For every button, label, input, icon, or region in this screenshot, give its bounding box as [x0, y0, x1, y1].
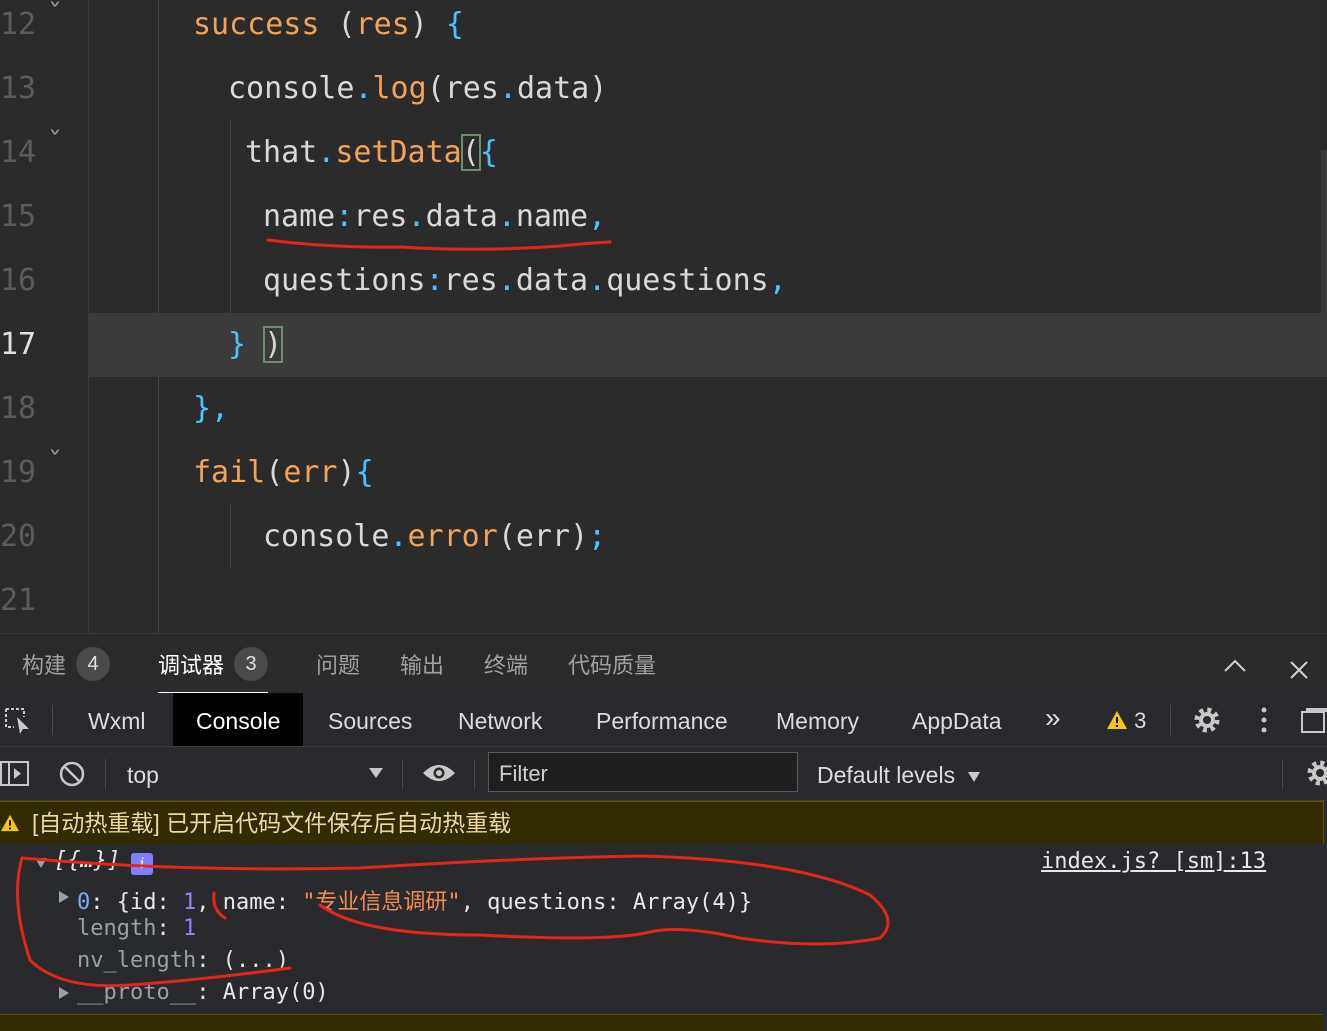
code-editor[interactable]: 12 ˅ success (res) { 13 console.log(res.data… — [0, 0, 1327, 633]
tab-sources[interactable]: Sources — [305, 693, 435, 746]
divider — [474, 759, 475, 789]
length-key: length — [77, 916, 157, 941]
filter-input[interactable]: Filter — [488, 752, 798, 792]
code-line[interactable]: } ) — [228, 313, 284, 377]
code-line[interactable]: fail(err){ — [193, 441, 374, 505]
fold-chevron-icon[interactable]: ˅ — [48, 0, 62, 43]
tab-build-label: 构建 — [22, 653, 67, 678]
item-name-value: "专业信息调研" — [302, 890, 461, 915]
dropdown-arrow-icon — [369, 768, 383, 778]
line-number: 17 — [0, 327, 37, 362]
fold-chevron-icon[interactable]: ˅ — [48, 427, 62, 491]
console-log-entry: [{…}] i index.js? [sm]:13 0: {id: 1, nam… — [0, 844, 1327, 1014]
divider — [52, 705, 53, 735]
code-line[interactable]: success (res) { — [193, 0, 464, 57]
console-warning-message: [自动热重载] 已开启代码文件保存后自动热重载 — [0, 801, 1324, 845]
tab-appdata[interactable]: AppData — [889, 693, 1025, 746]
warning-icon — [0, 814, 20, 832]
devtools-tabbar: Wxml Console Sources Network Performance… — [0, 693, 1327, 747]
line-number: 14 — [0, 135, 37, 170]
divider — [105, 759, 106, 789]
warning-icon — [1107, 711, 1127, 729]
divider — [1170, 705, 1171, 735]
live-expression-eye-icon[interactable] — [421, 761, 457, 790]
more-options-icon[interactable] — [1254, 705, 1274, 740]
more-tabs-button[interactable]: » — [1022, 693, 1084, 746]
nv-length-value: (...) — [222, 948, 289, 973]
code-line[interactable]: }, — [193, 377, 229, 441]
log-levels-label: Default levels — [817, 762, 956, 788]
inspect-element-icon[interactable] — [4, 705, 32, 740]
context-value: top — [127, 762, 159, 788]
tab-problems[interactable]: 问题 — [316, 634, 360, 694]
show-sidebar-icon[interactable] — [0, 759, 30, 794]
item-questions-value: Array(4) — [632, 890, 739, 915]
build-count-badge: 4 — [76, 647, 111, 682]
indent-guide — [230, 505, 231, 569]
tab-memory[interactable]: Memory — [753, 693, 882, 746]
line-number: 19 — [0, 455, 37, 490]
info-icon[interactable]: i — [131, 853, 153, 875]
warning-counter[interactable]: 3 — [1106, 706, 1146, 736]
line-number: 21 — [0, 583, 37, 618]
nv-length-key: nv_length — [77, 948, 197, 973]
divider — [1282, 759, 1283, 789]
settings-gear-icon[interactable] — [1191, 704, 1223, 741]
tab-debugger[interactable]: 调试器 3 — [158, 634, 269, 694]
tab-code-quality[interactable]: 代码质量 — [568, 634, 656, 694]
line-number: 12 — [0, 7, 37, 42]
length-value: 1 — [182, 916, 197, 941]
triangle-down-icon — [35, 858, 47, 868]
tab-output[interactable]: 输出 — [400, 634, 444, 694]
console-settings-gear-icon[interactable] — [1304, 757, 1327, 794]
fold-chevron-icon[interactable]: ˅ — [48, 107, 62, 171]
divider — [402, 759, 403, 789]
array-item-0[interactable]: 0: {id: 1, name: "专业信息调研", questions: Ar… — [77, 884, 752, 916]
bottom-panel-tabs: 构建 4 调试器 3 问题 输出 终端 代码质量 — [0, 633, 1327, 694]
proto-key: __proto__ — [77, 980, 197, 1005]
tab-console[interactable]: Console — [173, 693, 304, 746]
item-key: 0 — [77, 890, 91, 915]
length-property: length: 1 — [77, 916, 197, 941]
clear-console-icon[interactable] — [58, 760, 86, 793]
code-line[interactable]: name:res.data.name, — [263, 185, 606, 249]
proto-value: Array(0) — [222, 980, 329, 1005]
tab-performance[interactable]: Performance — [573, 693, 751, 746]
code-line[interactable]: that.setData({ — [245, 121, 498, 185]
code-line[interactable]: questions:res.data.questions, — [263, 249, 787, 313]
console-warning-message-partial — [0, 1014, 1323, 1031]
line-number: 18 — [0, 391, 37, 426]
line-number: 13 — [0, 71, 37, 106]
tab-terminal[interactable]: 终端 — [484, 634, 528, 694]
tab-debugger-label: 调试器 — [158, 653, 225, 678]
context-selector[interactable]: top — [115, 747, 390, 800]
proto-property[interactable]: __proto__: Array(0) — [77, 980, 329, 1005]
collapse-panel-icon[interactable] — [1222, 634, 1248, 694]
code-line[interactable]: console.error(err); — [263, 505, 606, 569]
dropdown-arrow-icon — [968, 772, 981, 782]
code-line[interactable]: console.log(res.data) — [228, 57, 607, 121]
warning-count: 3 — [1134, 708, 1147, 733]
tab-network[interactable]: Network — [435, 693, 565, 746]
line-number: 15 — [0, 199, 37, 234]
editor-scrollbar[interactable] — [1321, 150, 1327, 330]
log-expand-toggle[interactable] — [34, 856, 48, 874]
item-id-value: 1 — [182, 890, 197, 915]
line-number: 20 — [0, 519, 37, 554]
tab-wxml[interactable]: Wxml — [65, 693, 168, 746]
triangle-right-icon[interactable] — [58, 890, 70, 904]
debugger-count-badge: 3 — [234, 647, 269, 682]
dock-side-icon[interactable] — [1300, 706, 1327, 739]
close-panel-icon[interactable] — [1287, 634, 1311, 694]
nv-length-property[interactable]: nv_length: (...) — [77, 948, 289, 973]
log-source-link[interactable]: index.js? [sm]:13 — [1041, 849, 1266, 874]
triangle-right-icon[interactable] — [58, 986, 70, 1000]
tab-build[interactable]: 构建 4 — [22, 634, 111, 694]
hot-reload-text: [自动热重载] 已开启代码文件保存后自动热重载 — [32, 810, 512, 836]
line-number: 16 — [0, 263, 37, 298]
log-levels-dropdown[interactable]: Default levels — [817, 747, 981, 800]
log-array-summary[interactable]: [{…}] — [54, 848, 120, 873]
console-toolbar: top Filter Default levels — [0, 747, 1327, 801]
